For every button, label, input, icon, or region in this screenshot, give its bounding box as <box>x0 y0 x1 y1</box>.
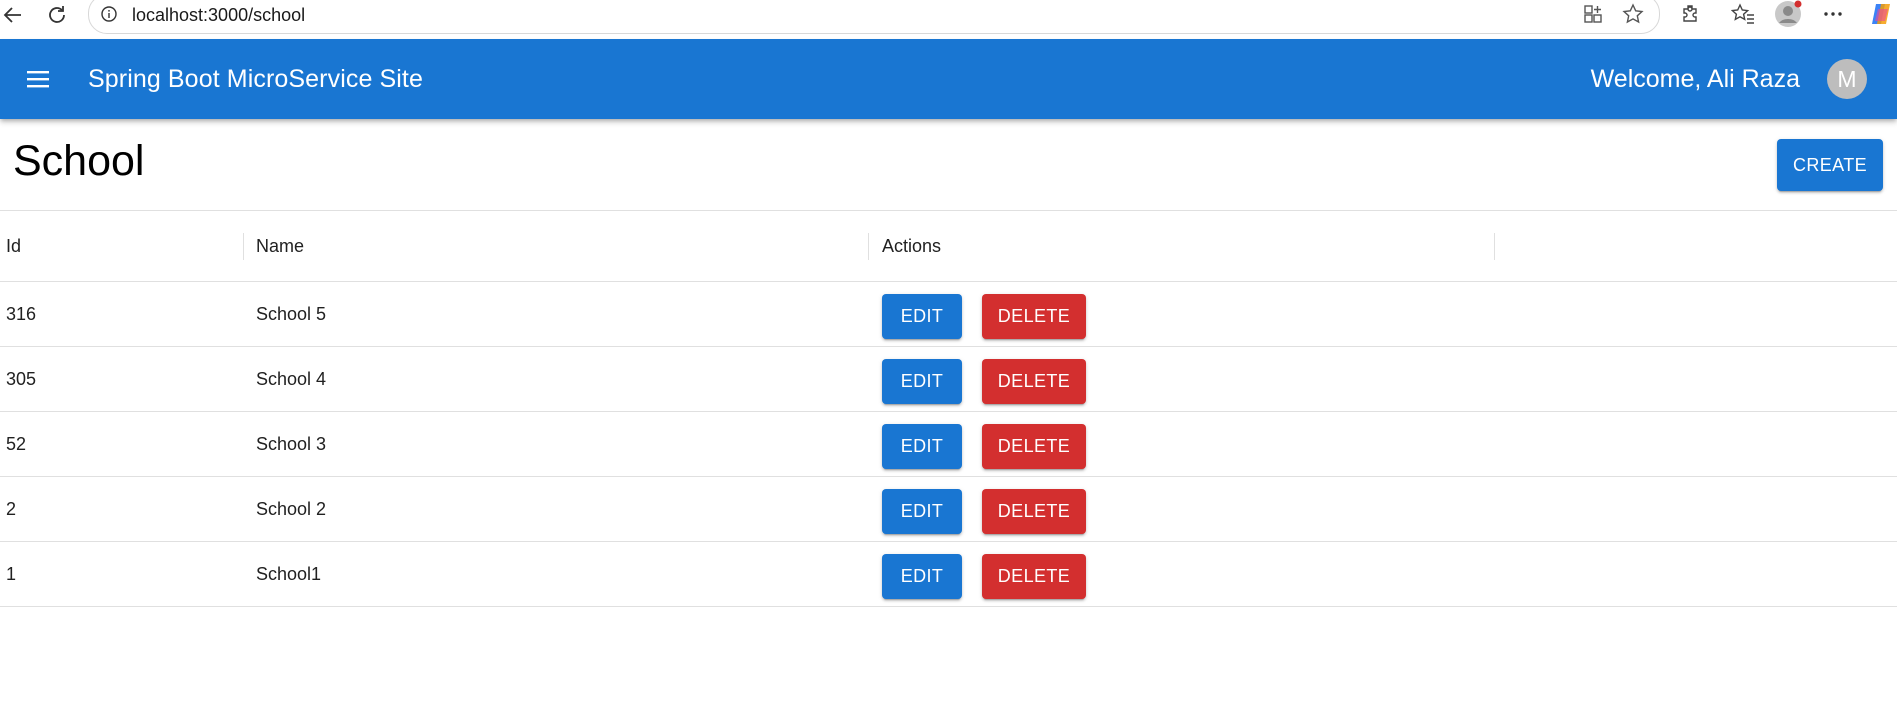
delete-button[interactable]: DELETE <box>982 489 1086 534</box>
create-button[interactable]: CREATE <box>1777 139 1883 191</box>
table-row: 1 School1 EDIT DELETE <box>0 542 1897 607</box>
column-separator[interactable] <box>243 233 244 260</box>
address-bar[interactable]: localhost:3000/school <box>88 0 1660 34</box>
delete-button[interactable]: DELETE <box>982 554 1086 599</box>
cell-name: School 4 <box>256 368 327 389</box>
column-header-actions[interactable]: Actions <box>882 211 941 281</box>
page-title: School <box>13 137 145 185</box>
app-title: Spring Boot MicroService Site <box>88 65 423 93</box>
site-info-icon[interactable] <box>101 6 117 22</box>
delete-button[interactable]: DELETE <box>982 359 1086 404</box>
column-header-id[interactable]: Id <box>6 211 21 281</box>
edit-button[interactable]: EDIT <box>882 424 962 469</box>
cell-id: 1 <box>6 563 17 584</box>
favorite-star-icon[interactable] <box>1621 2 1645 26</box>
delete-button[interactable]: DELETE <box>982 294 1086 339</box>
address-url[interactable]: localhost:3000/school <box>132 5 305 26</box>
profile-icon[interactable] <box>1774 0 1802 28</box>
cell-id: 316 <box>6 303 37 324</box>
cell-name: School 2 <box>256 498 327 519</box>
column-header-name[interactable]: Name <box>256 211 304 281</box>
edit-button[interactable]: EDIT <box>882 489 962 534</box>
cell-name: School 5 <box>256 303 327 324</box>
menu-icon[interactable] <box>20 61 56 97</box>
more-options-icon[interactable] <box>1822 0 1844 28</box>
cell-name: School 3 <box>256 433 327 454</box>
table-row: 52 School 3 EDIT DELETE <box>0 412 1897 477</box>
cell-id: 2 <box>6 498 17 519</box>
table-header: Id Name Actions <box>0 211 1897 282</box>
app-available-icon[interactable] <box>1581 2 1605 26</box>
extensions-icon[interactable] <box>1680 0 1702 28</box>
edit-button[interactable]: EDIT <box>882 294 962 339</box>
avatar[interactable]: M <box>1827 59 1867 99</box>
app-bar: Spring Boot MicroService Site Welcome, A… <box>0 39 1897 119</box>
browser-toolbar: localhost:3000/school <box>0 0 1897 40</box>
edit-button[interactable]: EDIT <box>882 359 962 404</box>
edit-button[interactable]: EDIT <box>882 554 962 599</box>
school-table: Id Name Actions 316 School 5 EDIT DELETE… <box>0 210 1897 607</box>
cell-id: 305 <box>6 368 37 389</box>
favorites-icon[interactable] <box>1731 0 1755 28</box>
welcome-text: Welcome, Ali Raza <box>1590 65 1800 93</box>
delete-button[interactable]: DELETE <box>982 424 1086 469</box>
table-row: 2 School 2 EDIT DELETE <box>0 477 1897 542</box>
column-separator[interactable] <box>1494 233 1495 260</box>
cell-id: 52 <box>6 433 27 454</box>
table-row: 316 School 5 EDIT DELETE <box>0 282 1897 347</box>
back-arrow-icon[interactable] <box>0 2 26 28</box>
column-separator[interactable] <box>868 233 869 260</box>
copilot-icon[interactable] <box>1868 0 1894 28</box>
cell-name: School1 <box>256 563 322 584</box>
reload-icon[interactable] <box>44 2 70 28</box>
table-row: 305 School 4 EDIT DELETE <box>0 347 1897 412</box>
